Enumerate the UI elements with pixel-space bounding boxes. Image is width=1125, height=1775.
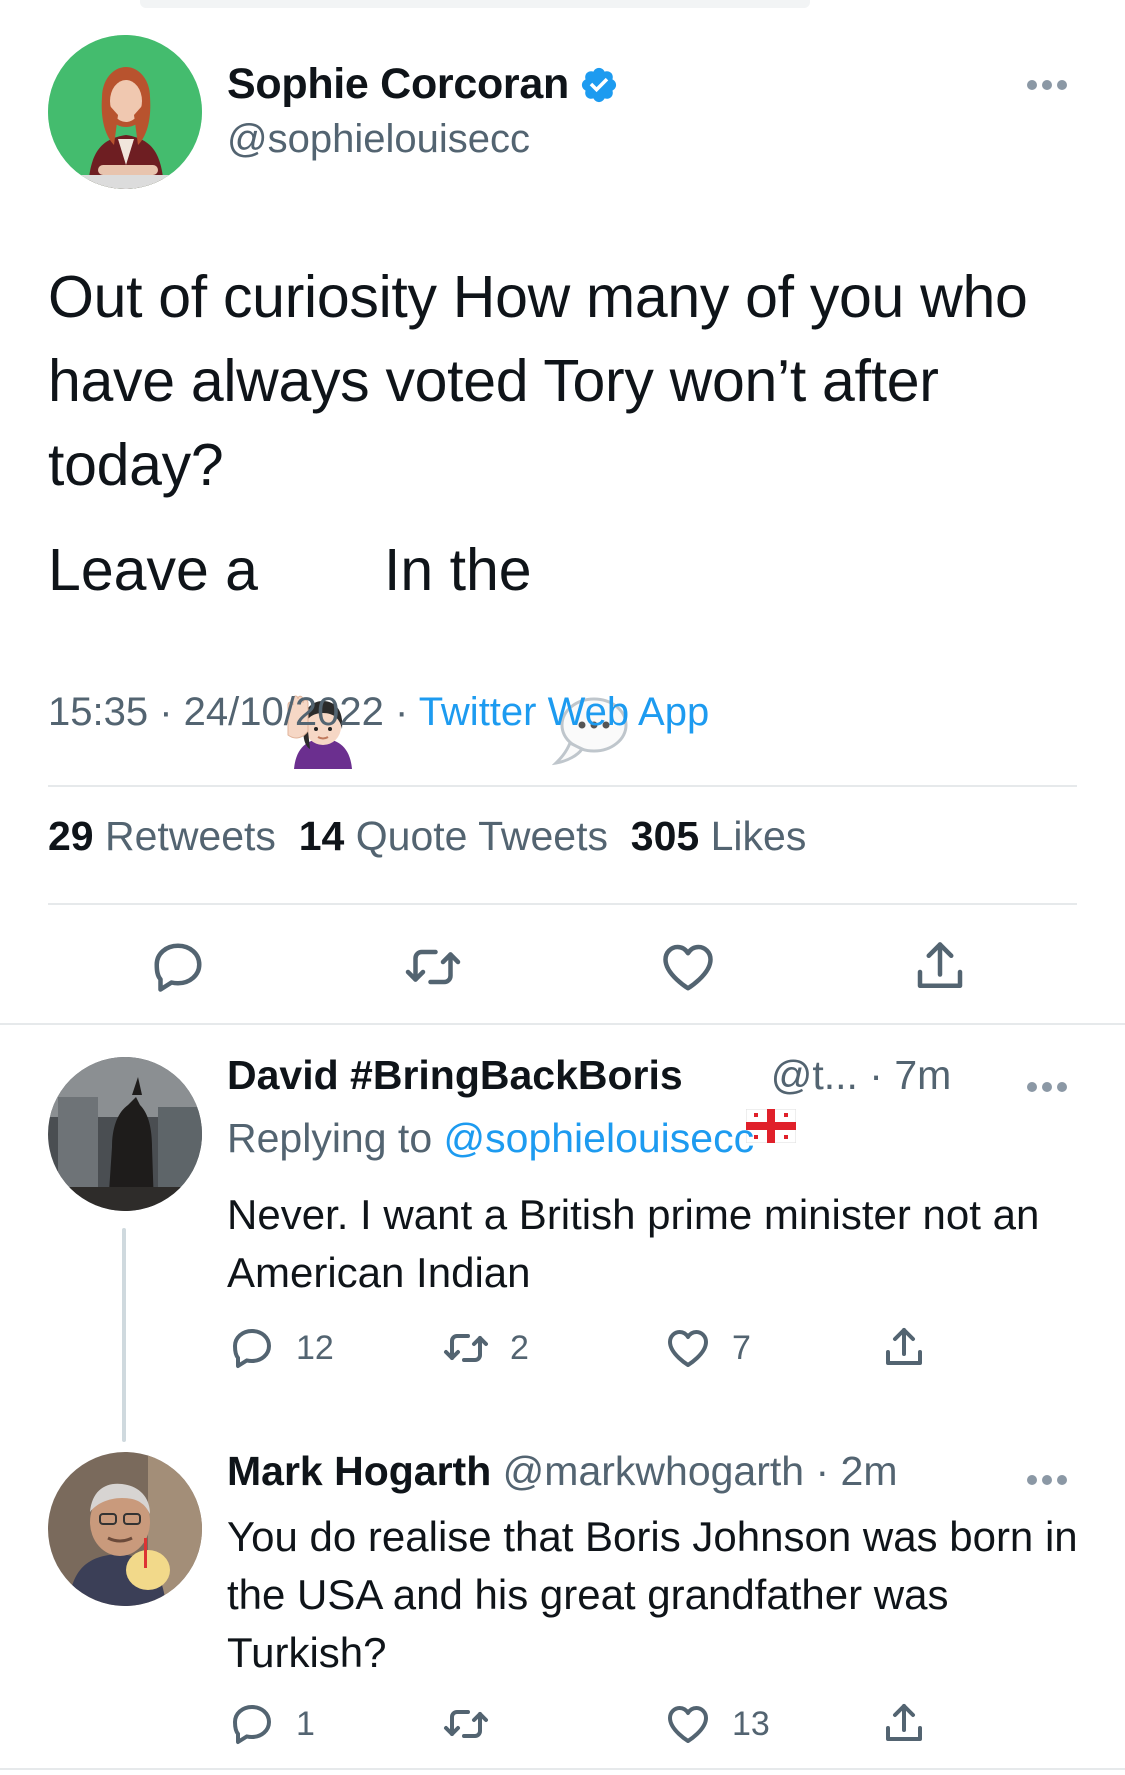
author-name-text[interactable]: Sophie Corcoran bbox=[227, 60, 569, 109]
more-options-icon[interactable] bbox=[1025, 78, 1069, 92]
likes-stat[interactable]: 305 Likes bbox=[631, 813, 807, 859]
tweet-stats: 29 Retweets 14 Quote Tweets 305 Likes bbox=[48, 813, 806, 860]
reply-icon bbox=[228, 1324, 276, 1372]
raising-hand-emoji-icon bbox=[284, 531, 362, 769]
replying-handle-link[interactable]: @sophielouisecc bbox=[444, 1115, 755, 1161]
reply-header: Mark Hogarth @markwhogarth · 2m bbox=[227, 1448, 897, 1495]
like-count: 7 bbox=[732, 1328, 751, 1367]
retweet-button[interactable]: 2 bbox=[442, 1324, 529, 1372]
reply-text: Never. I want a British prime minister n… bbox=[227, 1191, 1040, 1296]
replying-label: Replying to bbox=[227, 1115, 433, 1161]
separator-dot: · bbox=[857, 1052, 895, 1098]
reply-author-handle[interactable]: @markwhogarth bbox=[503, 1448, 804, 1495]
reply-button[interactable]: 12 bbox=[228, 1324, 334, 1372]
reply-author-handle[interactable]: @t... bbox=[771, 1052, 858, 1099]
quotes-count: 14 bbox=[298, 813, 345, 859]
retweet-icon bbox=[442, 1324, 490, 1372]
retweet-icon[interactable] bbox=[403, 937, 463, 997]
tweet-meta: 15:35 · 24/10/2022 · Twitter Web App bbox=[48, 690, 710, 734]
reply-avatar[interactable] bbox=[48, 1057, 202, 1211]
author-avatar[interactable] bbox=[48, 35, 202, 189]
tweet-text: Out of curiosity How many of you who hav… bbox=[48, 264, 1028, 498]
tweet-time: 15:35 bbox=[48, 690, 149, 734]
share-button[interactable] bbox=[880, 1700, 928, 1748]
divider bbox=[0, 1768, 1125, 1770]
likes-label: Likes bbox=[710, 813, 807, 859]
author-name[interactable]: Sophie Corcoran bbox=[227, 60, 619, 109]
reply-avatar[interactable] bbox=[48, 1452, 202, 1606]
reply-author-name[interactable]: David #BringBackBoris bbox=[227, 1052, 683, 1099]
like-button[interactable]: 13 bbox=[664, 1700, 770, 1748]
tweet-text-in-the: In the bbox=[383, 537, 532, 603]
reply-icon bbox=[228, 1700, 276, 1748]
quotes-label: Quote Tweets bbox=[355, 813, 608, 859]
share-button[interactable] bbox=[880, 1324, 928, 1372]
divider bbox=[48, 785, 1077, 787]
author-handle[interactable]: @sophielouisecc bbox=[227, 117, 530, 162]
like-icon bbox=[664, 1700, 712, 1748]
tweet-date: 24/10/2022 bbox=[183, 690, 384, 734]
likes-count: 305 bbox=[630, 813, 700, 859]
like-button[interactable]: 7 bbox=[664, 1324, 751, 1372]
retweets-count: 29 bbox=[48, 813, 94, 859]
reply-time[interactable]: 2m bbox=[841, 1448, 898, 1495]
share-icon[interactable] bbox=[910, 937, 970, 997]
like-icon[interactable] bbox=[658, 937, 718, 997]
retweet-count: 2 bbox=[510, 1328, 529, 1367]
verified-badge-icon bbox=[579, 65, 619, 105]
retweets-label: Retweets bbox=[105, 813, 276, 859]
reply-button[interactable]: 1 bbox=[228, 1700, 315, 1748]
divider bbox=[0, 1023, 1125, 1025]
replying-to: Replying to @sophielouisecc bbox=[227, 1115, 754, 1162]
reply-header: David #BringBackBoris @t... · 7m bbox=[227, 1052, 951, 1143]
more-options-icon[interactable] bbox=[1025, 1473, 1069, 1487]
tweet-source-link[interactable]: Twitter Web App bbox=[419, 690, 710, 734]
tweet-text-leave-a: Leave a bbox=[48, 537, 258, 603]
reply-icon[interactable] bbox=[148, 937, 208, 997]
reply-count: 12 bbox=[296, 1328, 334, 1367]
speech-bubble-emoji-icon bbox=[551, 531, 630, 766]
reply-count: 1 bbox=[296, 1704, 315, 1743]
retweets-stat[interactable]: 29 Retweets bbox=[48, 813, 276, 859]
reply-time[interactable]: 7m bbox=[894, 1052, 951, 1099]
reply-text: You do realise that Boris Johnson was bo… bbox=[227, 1513, 1078, 1676]
more-options-icon[interactable] bbox=[1025, 1080, 1069, 1094]
quotes-stat[interactable]: 14 Quote Tweets bbox=[299, 813, 608, 859]
reply-author-name[interactable]: Mark Hogarth bbox=[227, 1448, 491, 1495]
thread-line bbox=[122, 1228, 126, 1442]
flag-icon bbox=[701, 1059, 797, 1143]
top-edge bbox=[140, 0, 810, 8]
retweet-button[interactable] bbox=[442, 1700, 510, 1748]
like-count: 13 bbox=[732, 1704, 770, 1743]
like-icon bbox=[664, 1324, 712, 1372]
tweet-text-line2: Leave a In the bbox=[48, 530, 630, 769]
separator-dot: · bbox=[804, 1448, 841, 1494]
divider bbox=[48, 903, 1077, 905]
share-icon bbox=[880, 1700, 928, 1748]
share-icon bbox=[880, 1324, 928, 1372]
retweet-icon bbox=[442, 1700, 490, 1748]
